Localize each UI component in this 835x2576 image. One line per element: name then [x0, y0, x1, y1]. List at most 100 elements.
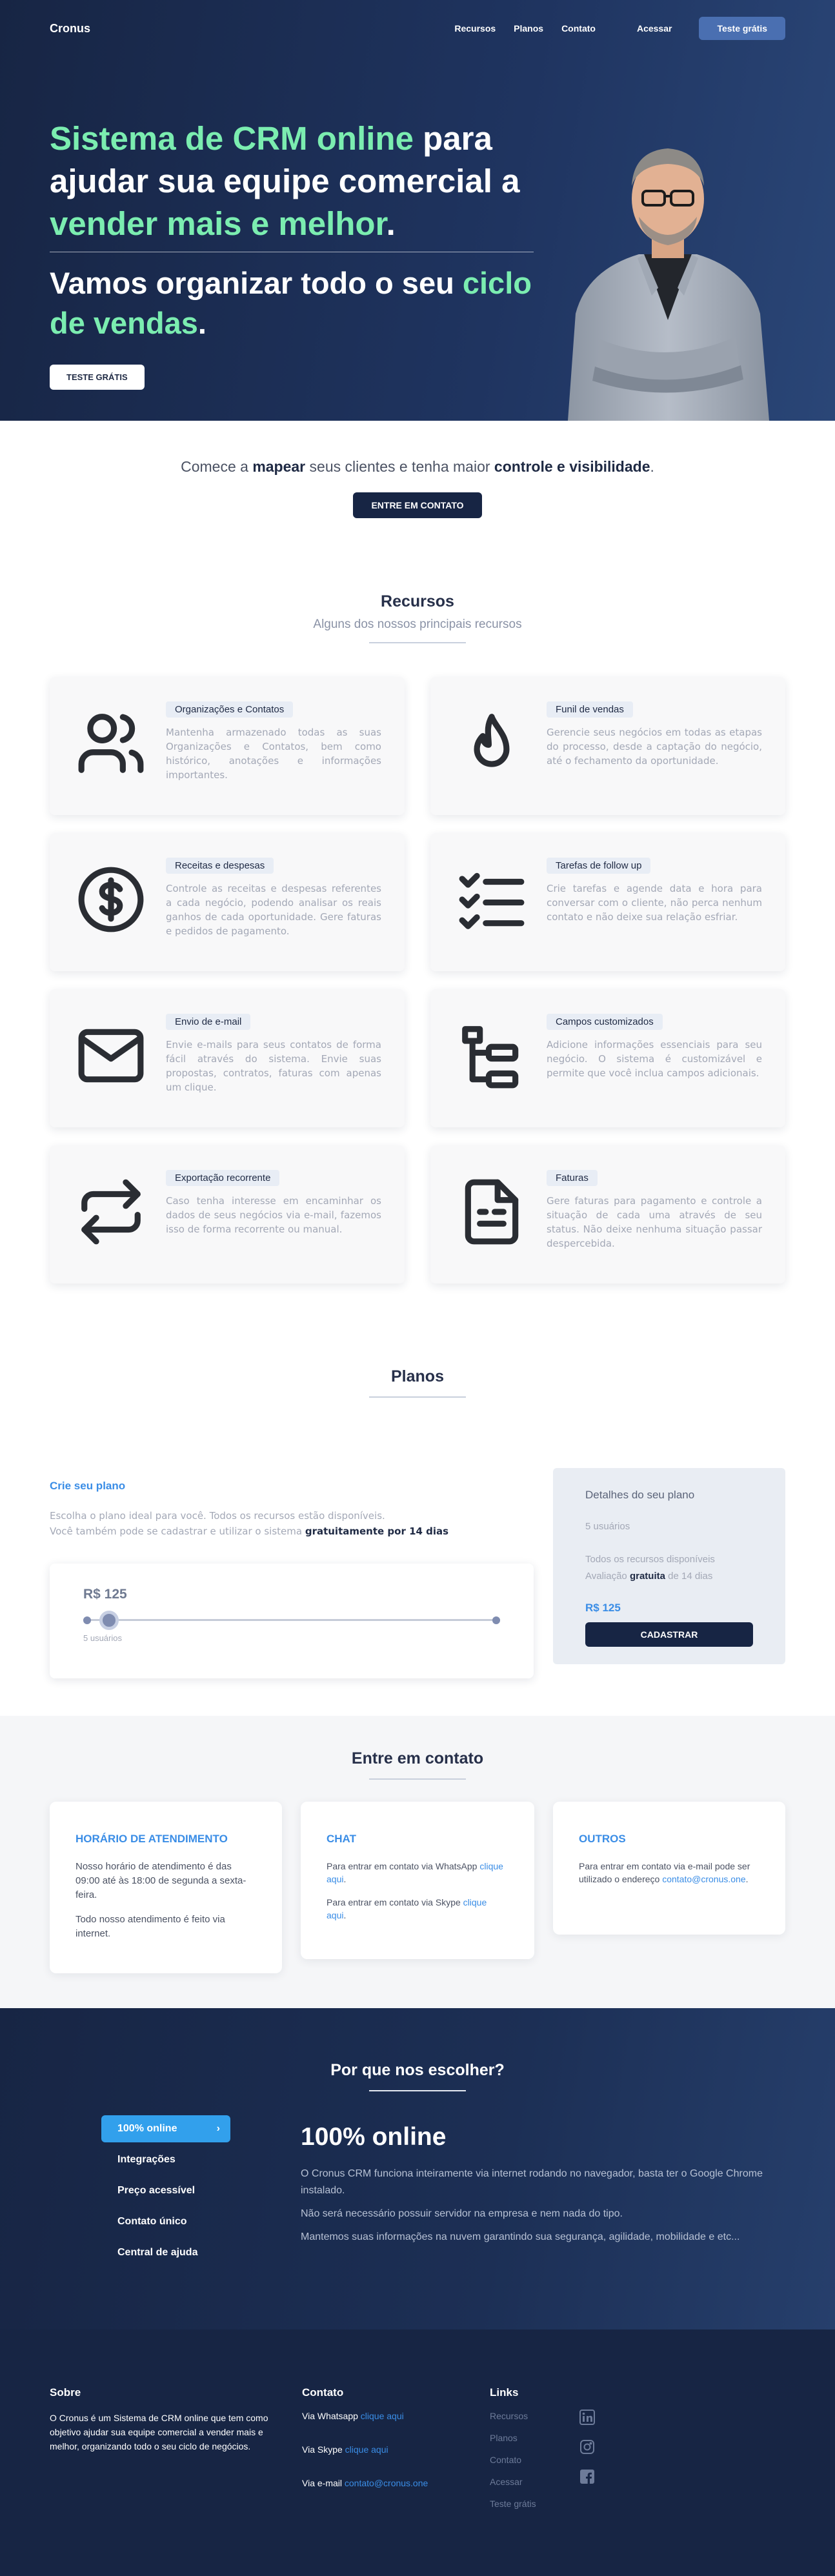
skype-text: Para entrar em contato via Skype	[327, 1897, 463, 1907]
plan-trial-2: de 14 dias	[665, 1571, 713, 1582]
hero-title-text-2: .	[386, 205, 396, 242]
why-heading: 100% online	[301, 2123, 447, 2151]
plan-details-panel: Detalhes do seu plano 5 usuários Todos o…	[553, 1468, 785, 1664]
whatsapp-text: Para entrar em contato via WhatsApp	[327, 1861, 480, 1871]
nav-link-contato[interactable]: Contato	[561, 23, 596, 34]
contact-card-title: CHAT	[327, 1833, 356, 1845]
feature-tag: Organizações e Contatos	[166, 701, 294, 718]
plan-slider-card: R$ 125 5 usuários	[50, 1564, 534, 1678]
footer-about: Sobre O Cronus é um Sistema de CRM onlin…	[50, 2386, 288, 2453]
footer-link-planos[interactable]: Planos	[490, 2433, 567, 2443]
why-nav: 100% online › Integrações Preço acessível…	[101, 2115, 230, 2270]
plan-price: R$ 125	[83, 1587, 127, 1602]
plan-resources-text: Todos os recursos disponíveis	[585, 1554, 715, 1565]
instagram-icon[interactable]	[579, 2439, 595, 2455]
footer-link-contato[interactable]: Contato	[490, 2455, 567, 2465]
feature-card: Receitas e despesas Controle as receitas …	[50, 833, 405, 971]
contact-cards: HORÁRIO DE ATENDIMENTO Nosso horário de …	[50, 1802, 785, 1982]
email-link[interactable]: contato@cronus.one	[662, 1874, 745, 1884]
why-divider	[369, 2090, 466, 2091]
hero-trial-button[interactable]: TESTE GRÁTIS	[50, 365, 145, 390]
nav-link-planos[interactable]: Planos	[514, 23, 543, 34]
why-content: 100% online O Cronus CRM funciona inteir…	[301, 2123, 791, 2246]
feature-description: Controle as receitas e despesas referent…	[166, 883, 381, 937]
user-slider-handle[interactable]	[99, 1611, 119, 1630]
footer-whatsapp-text: Via Whatsapp	[302, 2411, 361, 2421]
contact-button[interactable]: ENTRE EM CONTATO	[353, 492, 482, 518]
signup-button[interactable]: CADASTRAR	[585, 1622, 753, 1647]
facebook-icon[interactable]	[579, 2469, 595, 2484]
user-slider-track[interactable]	[83, 1619, 500, 1621]
intro-text-1: Comece a	[181, 458, 253, 475]
intro-bold-1: mapear	[252, 458, 306, 475]
hero-title-highlight-2: vender mais e melhor	[50, 205, 387, 242]
feature-tag: Campos customizados	[547, 1014, 663, 1030]
why-paragraph: Mantemos suas informações na nuvem garan…	[301, 2231, 740, 2242]
contact-card-text: Para entrar em contato via Skype clique …	[327, 1896, 508, 1922]
plan-trial-1: Avaliação	[585, 1571, 630, 1582]
contact-card-hours: HORÁRIO DE ATENDIMENTO Nosso horário de …	[50, 1802, 282, 1973]
nav-link-recursos[interactable]: Recursos	[454, 23, 496, 34]
contact-card-title: HORÁRIO DE ATENDIMENTO	[75, 1833, 228, 1845]
contact-card-chat: CHAT Para entrar em contato via WhatsApp…	[301, 1802, 534, 1959]
plan-builder: Crie seu plano Escolha o plano ideal par…	[50, 1480, 534, 1539]
nav-link-acessar[interactable]: Acessar	[637, 23, 672, 34]
footer-whatsapp-link[interactable]: clique aqui	[361, 2411, 404, 2421]
feature-card: Funil de vendas Gerencie seus negócios em…	[430, 677, 785, 815]
linkedin-icon[interactable]	[579, 2410, 595, 2425]
hero-title: Sistema de CRM online para ajudar sua eq…	[50, 117, 540, 245]
plan-details-price: R$ 125	[585, 1602, 621, 1614]
feature-tag: Tarefas de follow up	[547, 858, 651, 874]
why-tab-integrations[interactable]: Integrações	[101, 2146, 230, 2177]
feature-description: Envie e-mails para seus contatos de form…	[166, 1039, 381, 1093]
feature-card: Envio de e-mail Envie e-mails para seus c…	[50, 989, 405, 1127]
feature-card: Faturas Gere faturas para pagamento e con…	[430, 1145, 785, 1283]
brand-logo[interactable]: Cronus	[50, 22, 90, 35]
why-tab-help[interactable]: Central de ajuda	[101, 2239, 230, 2270]
footer-skype: Via Skype clique aqui	[302, 2444, 470, 2455]
plan-details-title: Detalhes do seu plano	[585, 1489, 695, 1501]
whatsapp-text-end: .	[343, 1874, 347, 1884]
footer-link-recursos[interactable]: Recursos	[490, 2411, 567, 2421]
plan-builder-label: Crie seu plano	[50, 1480, 126, 1492]
why-tab-price[interactable]: Preço acessível	[101, 2177, 230, 2208]
chevron-right-icon: ›	[216, 2123, 220, 2134]
contact-card-text: Todo nosso atendimento é feito via inter…	[75, 1914, 225, 1939]
footer-email-link[interactable]: contato@cronus.one	[345, 2478, 428, 2488]
contact-card-others: OUTROS Para entrar em contato via e-mail…	[553, 1802, 785, 1935]
planos-divider	[369, 1396, 466, 1398]
plan-desc-line-2: Você também pode se cadastrar e utilizar…	[50, 1524, 534, 1539]
top-nav: Cronus Recursos Planos Contato Acessar T…	[50, 15, 785, 41]
feature-description: Mantenha armazenado todas as suas Organi…	[166, 727, 381, 781]
hero-subtitle: Vamos organizar todo o seu ciclo de vend…	[50, 263, 540, 343]
footer-contact: Contato Via Whatsapp clique aqui Via Sky…	[302, 2386, 470, 2488]
nav-links: Recursos Planos Contato Acessar Teste gr…	[454, 17, 785, 40]
plan-desc-text: Você também pode se cadastrar e utilizar…	[50, 1525, 305, 1537]
why-paragraph: O Cronus CRM funciona inteiramente via i…	[301, 2168, 763, 2196]
footer-about-text: O Cronus é um Sistema de CRM online que …	[50, 2413, 268, 2451]
footer-link-teste[interactable]: Teste grátis	[490, 2499, 567, 2509]
intro-text-3: .	[650, 458, 654, 475]
footer-skype-link[interactable]: clique aqui	[345, 2444, 388, 2455]
footer-email-text: Via e-mail	[302, 2478, 345, 2488]
footer-link-acessar[interactable]: Acessar	[490, 2477, 567, 2487]
slider-end-dot	[492, 1616, 500, 1624]
footer-contact-title: Contato	[302, 2386, 344, 2399]
feature-description: Crie tarefas e agende data e hora para c…	[547, 883, 762, 923]
plan-desc-line-1: Escolha o plano ideal para você. Todos o…	[50, 1510, 385, 1522]
social-links	[579, 2410, 595, 2484]
nav-trial-button[interactable]: Teste grátis	[699, 17, 785, 40]
feature-description: Caso tenha interesse em encaminhar os da…	[166, 1195, 381, 1235]
repeat-icon	[81, 1179, 141, 1245]
plan-details-resources: Todos os recursos disponíveis Avaliação …	[585, 1551, 753, 1585]
contact-card-text: Para entrar em contato via WhatsApp cliq…	[327, 1860, 508, 1886]
why-tab-contact[interactable]: Contato único	[101, 2208, 230, 2239]
users-icon	[78, 714, 144, 773]
why-tab-online[interactable]: 100% online ›	[101, 2115, 230, 2142]
why-title: Por que nos escolher?	[330, 2061, 505, 2079]
recursos-divider	[369, 642, 466, 643]
tree-icon	[462, 1026, 519, 1089]
hero-person-image	[568, 148, 769, 421]
contact-card-text: Nosso horário de atendimento é das 09:00…	[75, 1861, 246, 1900]
planos-title: Planos	[391, 1367, 444, 1385]
